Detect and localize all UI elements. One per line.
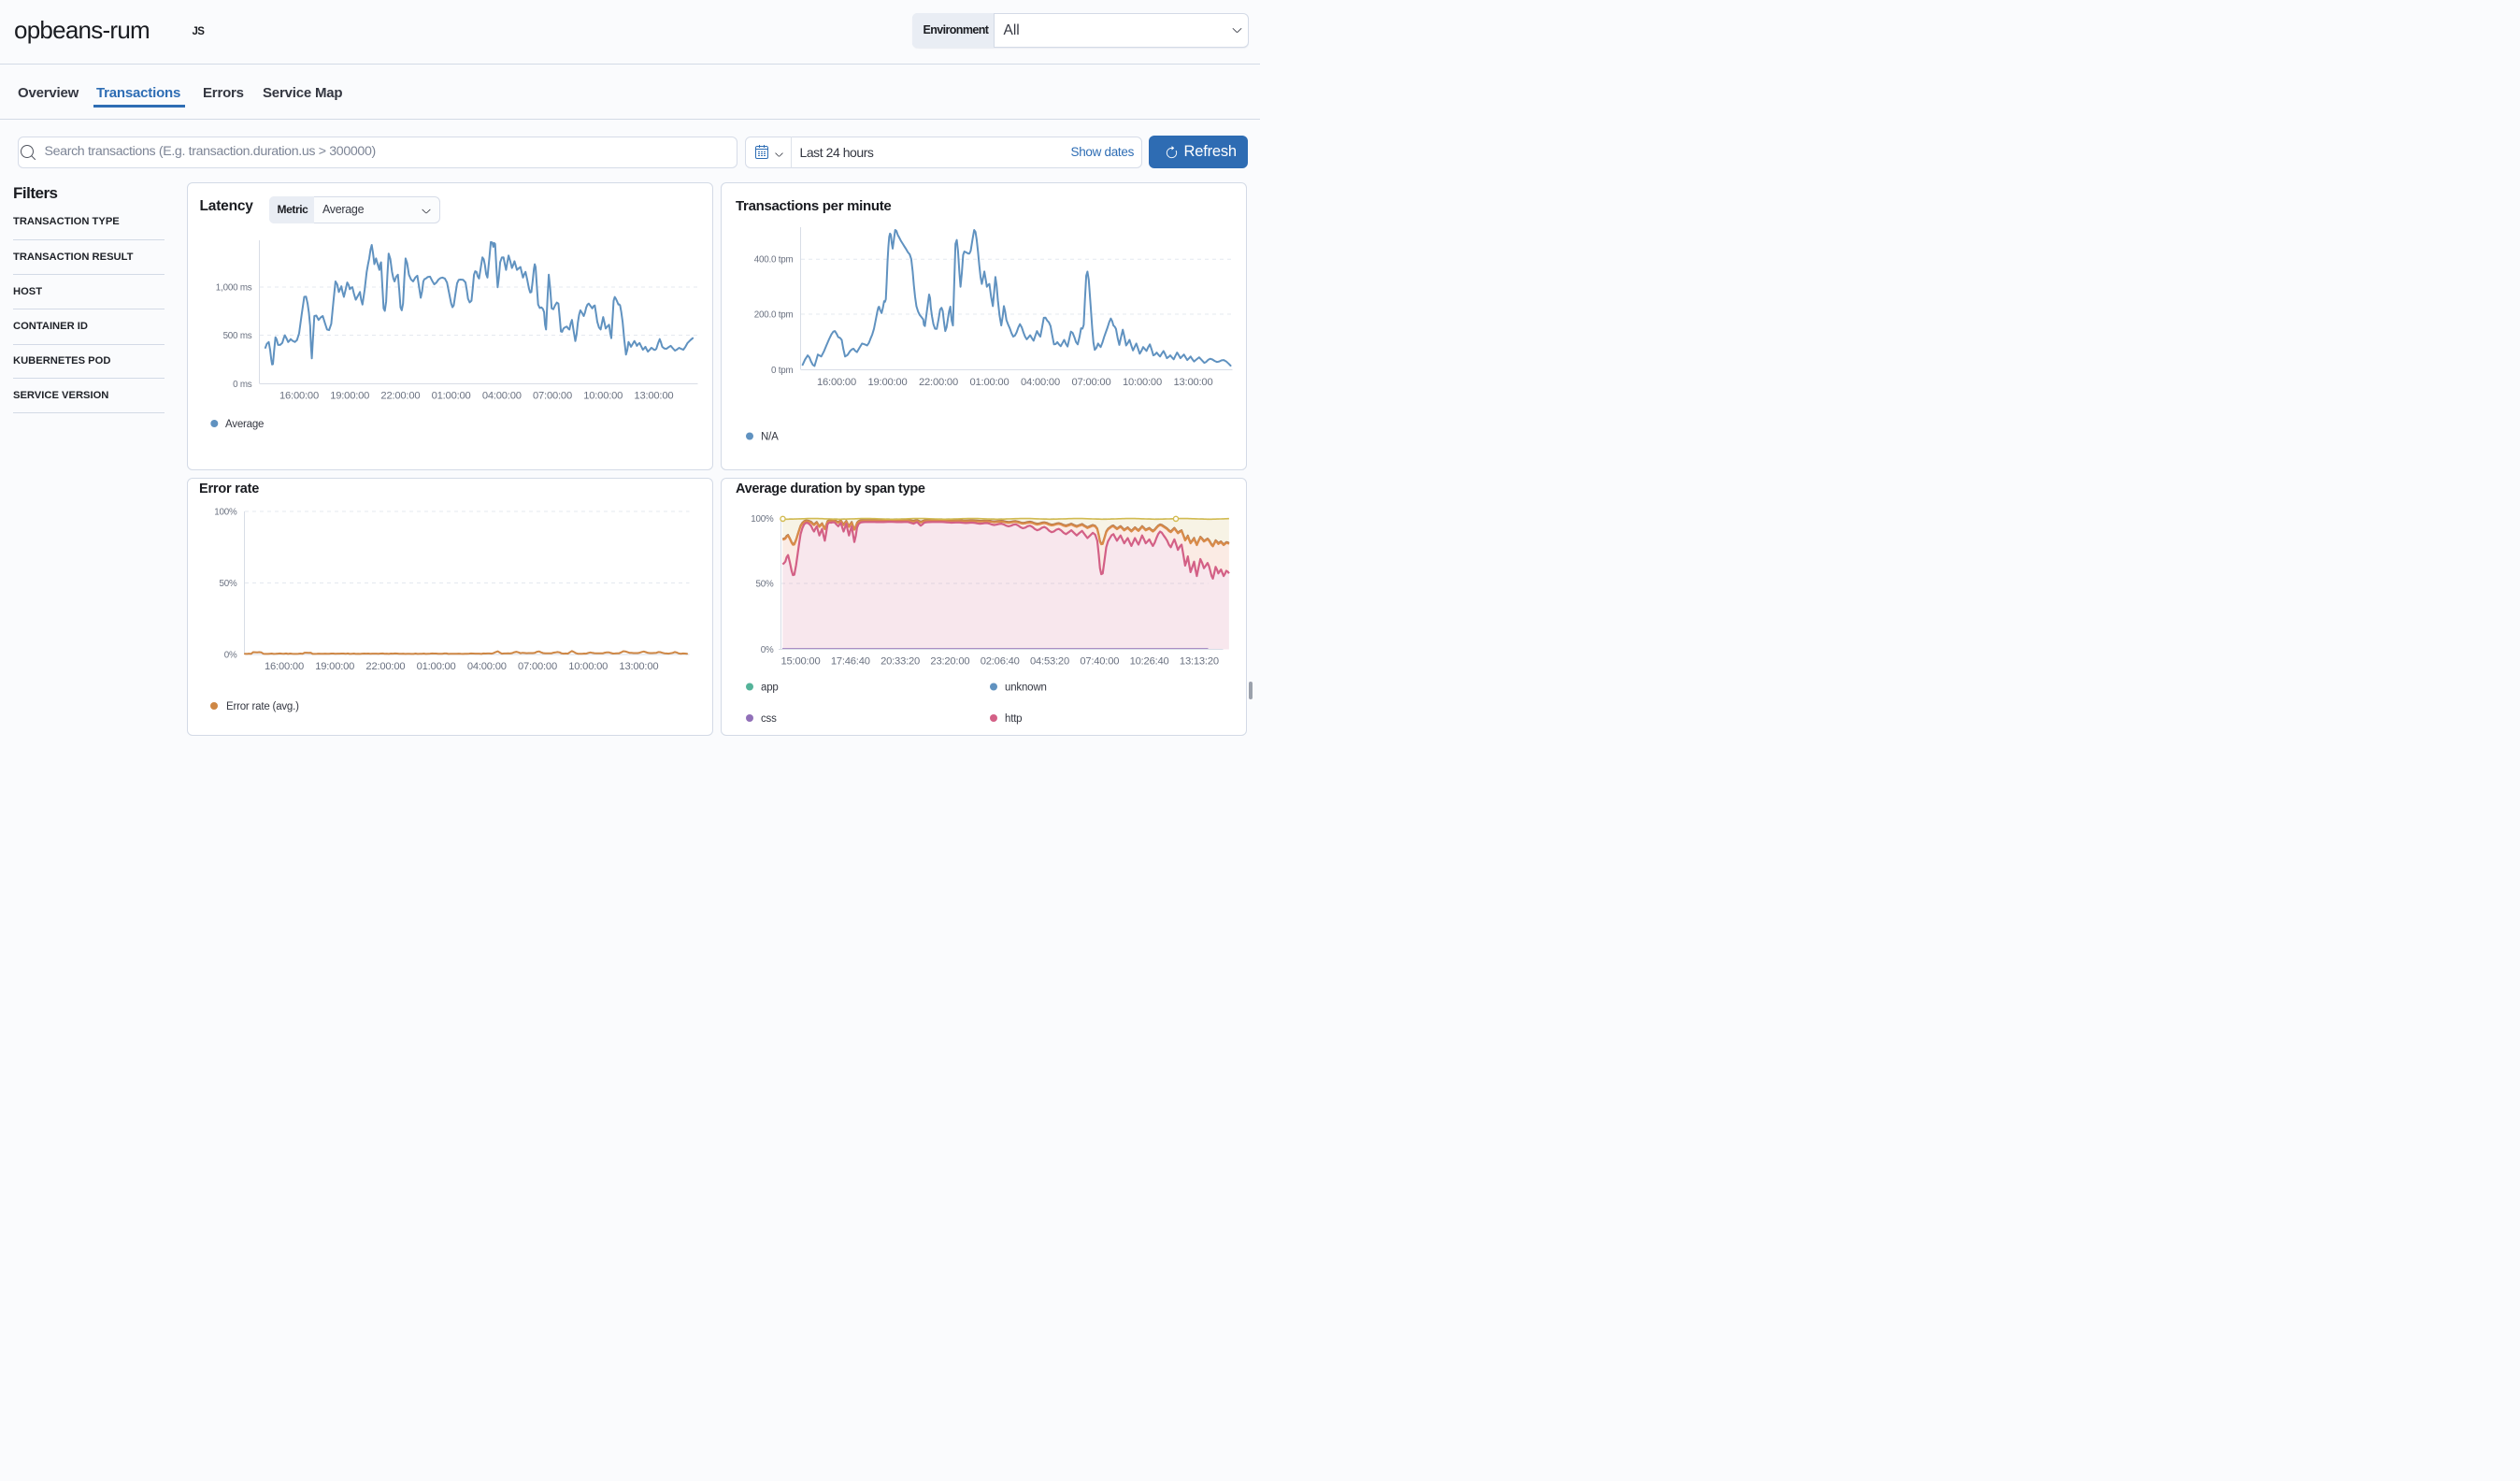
svg-text:unknown: unknown [1005,682,1047,693]
svg-text:17:46:40: 17:46:40 [830,656,869,668]
svg-text:13:00:00: 13:00:00 [1173,376,1212,387]
svg-text:22:00:00: 22:00:00 [380,390,420,401]
svg-text:04:53:20: 04:53:20 [1030,656,1069,668]
svg-text:0 tpm: 0 tpm [770,365,793,375]
svg-text:1,000 ms: 1,000 ms [215,282,251,293]
svg-text:19:00:00: 19:00:00 [867,376,907,387]
svg-text:01:00:00: 01:00:00 [416,661,455,672]
svg-text:http: http [1005,713,1022,725]
svg-text:13:13:20: 13:13:20 [1179,656,1218,668]
svg-text:22:00:00: 22:00:00 [365,661,405,672]
svg-text:100%: 100% [751,514,774,525]
svg-text:10:26:40: 10:26:40 [1129,656,1168,668]
svg-text:500 ms: 500 ms [222,330,251,340]
svg-text:50%: 50% [219,579,236,589]
svg-text:10:00:00: 10:00:00 [1123,376,1162,387]
svg-text:16:00:00: 16:00:00 [279,390,319,401]
svg-text:400.0 tpm: 400.0 tpm [753,254,793,265]
svg-text:50%: 50% [755,579,773,589]
svg-text:01:00:00: 01:00:00 [969,376,1009,387]
svg-text:07:00:00: 07:00:00 [533,390,572,401]
svg-text:01:00:00: 01:00:00 [431,390,470,401]
svg-text:02:06:40: 02:06:40 [980,656,1019,668]
svg-text:04:00:00: 04:00:00 [481,390,521,401]
svg-text:10:00:00: 10:00:00 [568,661,608,672]
svg-text:N/A: N/A [761,431,779,442]
svg-text:04:00:00: 04:00:00 [1021,376,1060,387]
svg-text:100%: 100% [214,507,237,517]
svg-text:Average: Average [225,418,264,429]
svg-text:19:00:00: 19:00:00 [330,390,369,401]
svg-text:0%: 0% [223,650,236,660]
svg-text:app: app [761,682,779,693]
svg-text:13:00:00: 13:00:00 [634,390,673,401]
svg-text:Error rate (avg.): Error rate (avg.) [226,701,299,712]
svg-text:10:00:00: 10:00:00 [583,390,623,401]
svg-text:0%: 0% [760,645,773,655]
svg-text:200.0 tpm: 200.0 tpm [753,309,793,320]
svg-text:0 ms: 0 ms [233,379,252,389]
svg-text:19:00:00: 19:00:00 [315,661,354,672]
svg-text:23:20:00: 23:20:00 [930,656,969,668]
svg-text:13:00:00: 13:00:00 [619,661,658,672]
svg-text:07:00:00: 07:00:00 [518,661,557,672]
svg-text:22:00:00: 22:00:00 [919,376,958,387]
svg-text:20:33:20: 20:33:20 [881,656,920,668]
svg-text:04:00:00: 04:00:00 [466,661,506,672]
svg-text:07:40:00: 07:40:00 [1080,656,1119,668]
svg-text:07:00:00: 07:00:00 [1071,376,1110,387]
svg-text:css: css [761,713,777,725]
svg-text:16:00:00: 16:00:00 [817,376,856,387]
svg-text:16:00:00: 16:00:00 [265,661,304,672]
svg-text:15:00:00: 15:00:00 [780,656,820,668]
